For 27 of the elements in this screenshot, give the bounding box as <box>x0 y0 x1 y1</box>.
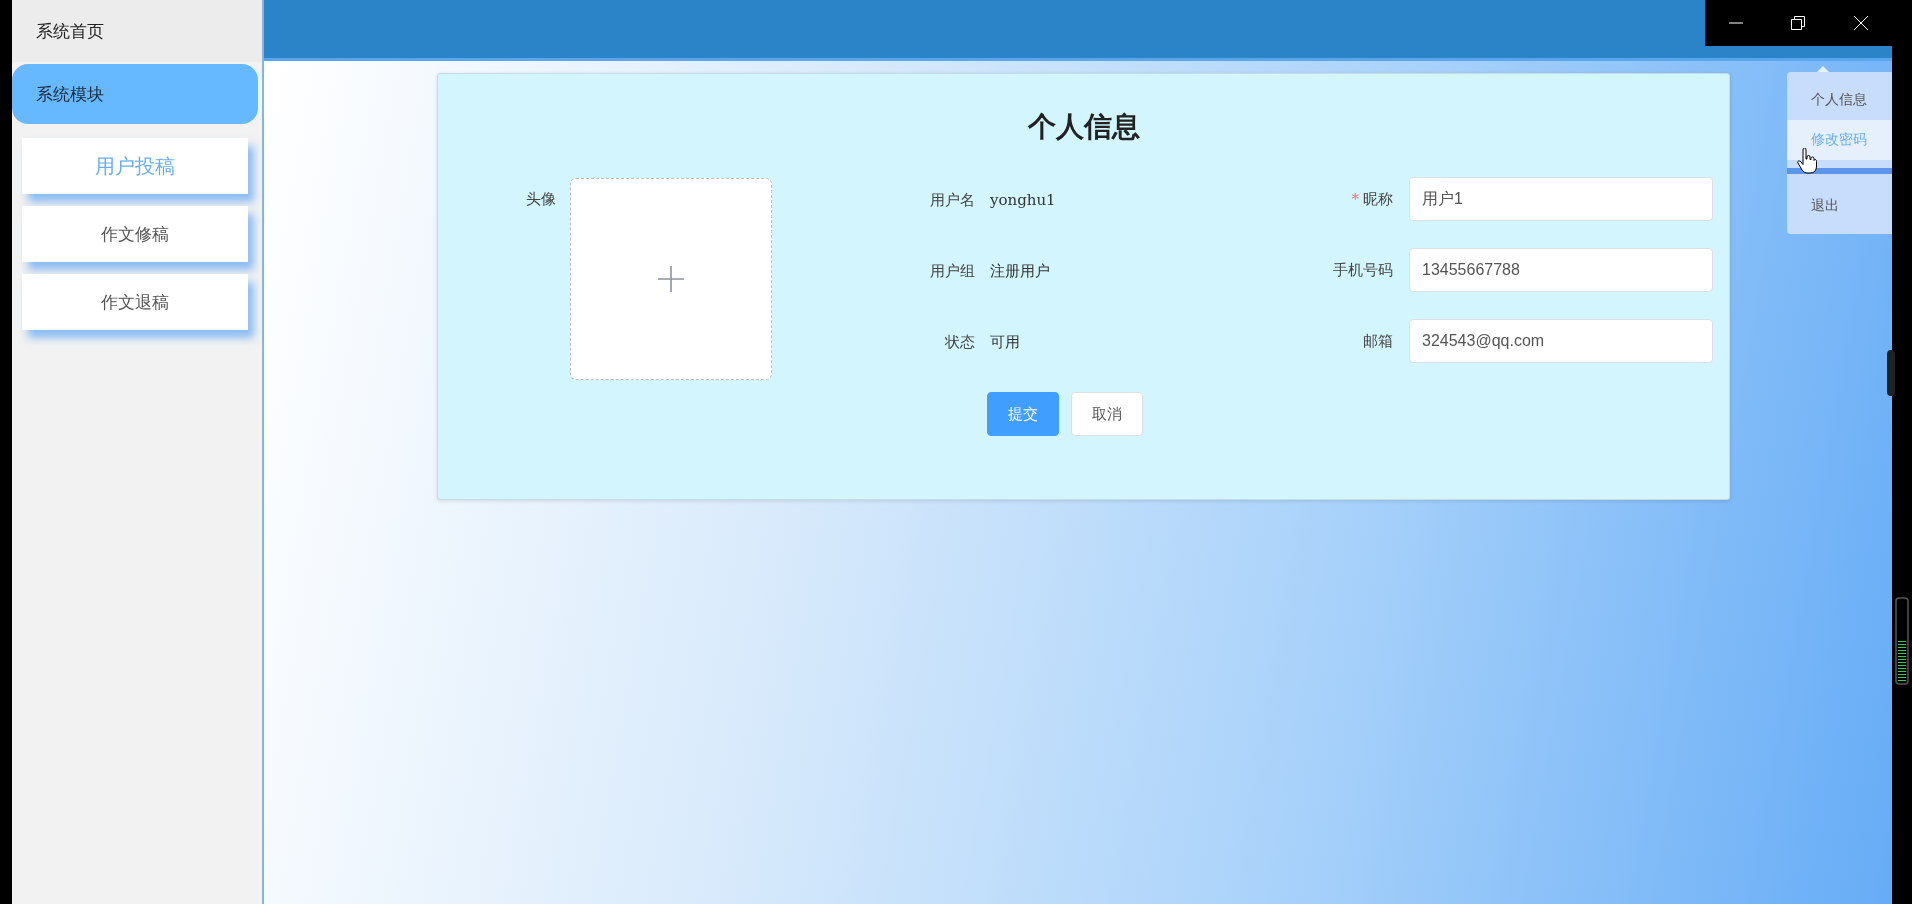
plus-icon <box>658 266 684 292</box>
meter-icon <box>1895 597 1909 685</box>
field-value: 注册用户 <box>990 261 1050 281</box>
field-value: yonghu1 <box>990 191 1056 209</box>
field-label: 状态 <box>944 332 975 352</box>
form-title: 个人信息 <box>1026 109 1141 145</box>
field-label: 用户名 <box>929 190 975 210</box>
sidebar-group[interactable]: 系统模块 <box>12 64 258 124</box>
close-icon[interactable] <box>1853 16 1868 30</box>
sidebar-item[interactable]: 系统首页 <box>12 0 262 62</box>
hand-cursor-icon <box>1797 148 1817 174</box>
cancel-button[interactable]: 取消 <box>1071 392 1143 436</box>
field-value: 可用 <box>990 332 1020 352</box>
field-label: 用户组 <box>929 261 975 281</box>
field-label: * 昵称 <box>1350 189 1393 209</box>
submenu-item[interactable]: 作文修稿 <box>22 206 248 262</box>
input-field[interactable]: 用户1 <box>1409 177 1713 221</box>
input-field[interactable]: 324543@qq.com <box>1409 319 1713 363</box>
field-label: 邮箱 <box>1362 331 1393 351</box>
submenu-item[interactable]: 作文退稿 <box>22 274 248 330</box>
field-label: 头像 <box>525 190 556 209</box>
input-field[interactable]: 13455667788 <box>1409 248 1713 292</box>
restore-icon[interactable] <box>1791 16 1806 30</box>
side-handle[interactable] <box>1887 350 1895 396</box>
field-label: 手机号码 <box>1332 260 1393 280</box>
menu-item[interactable]: 退出 <box>1787 186 1892 226</box>
menu-item[interactable]: 个人信息 <box>1787 80 1892 120</box>
